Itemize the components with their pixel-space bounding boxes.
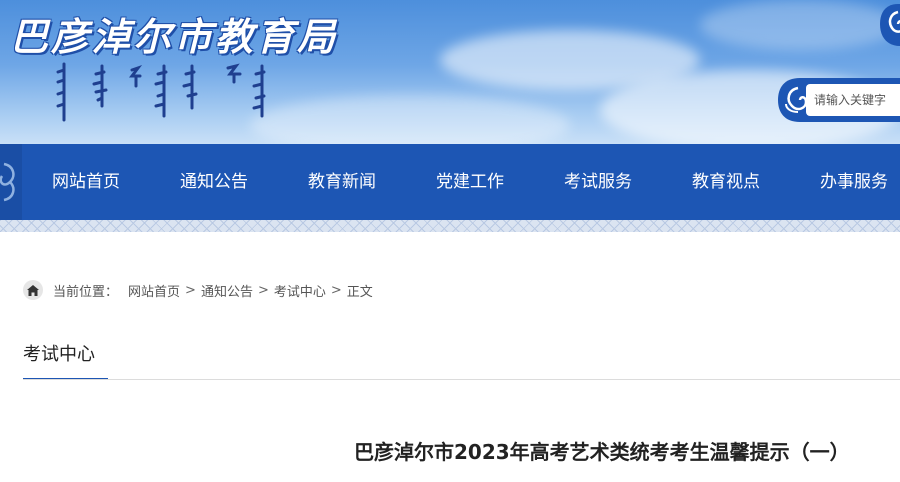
breadcrumb-label: 当前位置： <box>53 284 119 300</box>
breadcrumb-separator: > <box>330 282 342 298</box>
cloud-decoration <box>700 0 900 50</box>
nav-items: 网站首页 通知公告 教育新闻 党建工作 考试服务 教育视点 办事服务 <box>22 144 900 220</box>
nav-ornament-icon <box>0 144 22 220</box>
breadcrumb-separator: > <box>185 282 196 298</box>
search-box <box>776 76 900 124</box>
breadcrumb-item-notices[interactable]: 通知公告 <box>201 281 253 300</box>
search-input[interactable] <box>806 84 900 116</box>
article-title: 巴彦淖尔市2023年高考艺术类统考考生温馨提示（一） <box>354 440 850 464</box>
breadcrumb-item-current: 正文 <box>346 284 373 300</box>
breadcrumb-separator: > <box>257 282 269 298</box>
site-title[interactable]: 巴彦淖尔市教育局 <box>10 6 338 61</box>
nav-item-party-building[interactable]: 党建工作 <box>406 144 534 220</box>
corner-ornament-icon <box>880 4 900 46</box>
section-title-tab[interactable]: 考试中心 <box>23 340 108 380</box>
home-icon[interactable] <box>23 280 43 300</box>
breadcrumb-item-exam-center[interactable]: 考试中心 <box>274 281 326 300</box>
nav-item-services[interactable]: 办事服务 <box>790 144 900 220</box>
mongolian-script-logo <box>56 62 266 122</box>
decorative-pattern-strip <box>0 220 900 232</box>
nav-item-education-viewpoint[interactable]: 教育视点 <box>662 144 790 220</box>
section-divider <box>23 379 900 380</box>
nav-item-home[interactable]: 网站首页 <box>22 144 150 220</box>
nav-item-notices[interactable]: 通知公告 <box>150 144 278 220</box>
breadcrumb: 当前位置： 网站首页 > 通知公告 > 考试中心 > 正文 <box>23 279 373 301</box>
nav-item-exam-services[interactable]: 考试服务 <box>534 144 662 220</box>
nav-item-education-news[interactable]: 教育新闻 <box>278 144 406 220</box>
header-banner: 巴彦淖尔市教育局 <box>0 0 900 144</box>
cloud-decoration <box>250 95 570 144</box>
main-nav: 网站首页 通知公告 教育新闻 党建工作 考试服务 教育视点 办事服务 <box>0 144 900 220</box>
breadcrumb-item-home[interactable]: 网站首页 <box>128 281 180 300</box>
